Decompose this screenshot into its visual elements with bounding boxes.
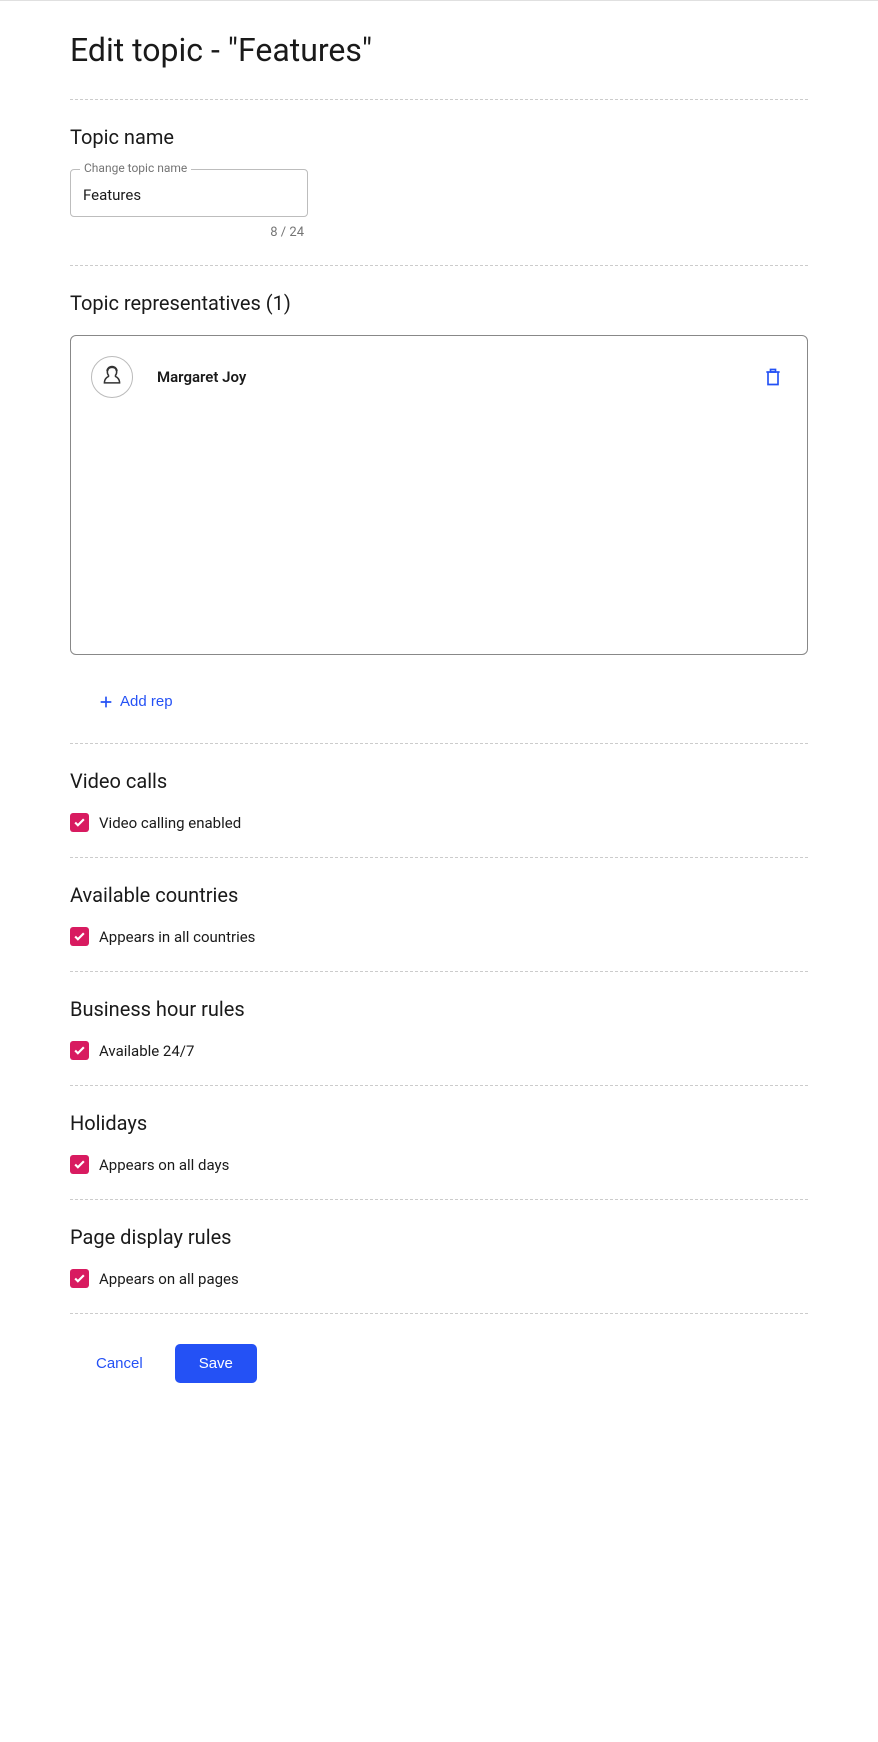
add-rep-label: Add rep <box>120 693 173 710</box>
avatar <box>91 356 133 398</box>
business-hours-checkbox-label: Available 24/7 <box>99 1042 194 1060</box>
available-countries-checkbox[interactable] <box>70 927 89 946</box>
check-icon <box>73 1044 86 1057</box>
char-counter: 8 / 24 <box>70 225 308 240</box>
check-icon <box>73 1158 86 1171</box>
holidays-title: Holidays <box>70 1111 808 1135</box>
video-calls-checkbox-row: Video calling enabled <box>70 813 808 832</box>
video-calls-checkbox-label: Video calling enabled <box>99 814 241 832</box>
delete-rep-button[interactable] <box>759 362 787 392</box>
representatives-box: Margaret Joy <box>70 335 808 655</box>
video-calls-checkbox[interactable] <box>70 813 89 832</box>
page-display-section: Page display rules Appears on all pages <box>70 1200 808 1313</box>
save-button[interactable]: Save <box>175 1344 257 1383</box>
add-rep-button[interactable]: Add rep <box>94 685 177 718</box>
available-countries-checkbox-row: Appears in all countries <box>70 927 808 946</box>
representatives-title: Topic representatives (1) <box>70 291 808 315</box>
business-hours-section: Business hour rules Available 24/7 <box>70 972 808 1085</box>
business-hours-checkbox-row: Available 24/7 <box>70 1041 808 1060</box>
video-calls-section: Video calls Video calling enabled <box>70 744 808 857</box>
rep-row: Margaret Joy <box>91 356 787 398</box>
page-display-checkbox-row: Appears on all pages <box>70 1269 808 1288</box>
cancel-button[interactable]: Cancel <box>88 1345 151 1382</box>
available-countries-checkbox-label: Appears in all countries <box>99 928 255 946</box>
topic-name-field-wrapper: Change topic name <box>70 169 308 217</box>
available-countries-title: Available countries <box>70 883 808 907</box>
trash-icon <box>763 366 783 388</box>
page-display-checkbox-label: Appears on all pages <box>99 1270 239 1288</box>
topic-name-section: Topic name Change topic name 8 / 24 <box>70 100 808 265</box>
check-icon <box>73 1272 86 1285</box>
available-countries-section: Available countries Appears in all count… <box>70 858 808 971</box>
page-display-checkbox[interactable] <box>70 1269 89 1288</box>
video-calls-title: Video calls <box>70 769 808 793</box>
representatives-section: Topic representatives (1) Margaret Joy <box>70 266 808 743</box>
person-icon <box>98 363 126 391</box>
holidays-checkbox-label: Appears on all days <box>99 1156 229 1174</box>
topic-name-title: Topic name <box>70 125 808 149</box>
check-icon <box>73 930 86 943</box>
page-title: Edit topic - "Features" <box>70 31 808 69</box>
rep-name: Margaret Joy <box>157 368 246 386</box>
check-icon <box>73 816 86 829</box>
holidays-checkbox-row: Appears on all days <box>70 1155 808 1174</box>
footer-buttons: Cancel Save <box>70 1314 808 1383</box>
plus-icon <box>98 694 114 710</box>
topic-name-input[interactable] <box>70 169 308 217</box>
business-hours-checkbox[interactable] <box>70 1041 89 1060</box>
page-display-title: Page display rules <box>70 1225 808 1249</box>
topic-name-field-label: Change topic name <box>80 161 191 175</box>
business-hours-title: Business hour rules <box>70 997 808 1021</box>
rep-left: Margaret Joy <box>91 356 246 398</box>
holidays-section: Holidays Appears on all days <box>70 1086 808 1199</box>
holidays-checkbox[interactable] <box>70 1155 89 1174</box>
